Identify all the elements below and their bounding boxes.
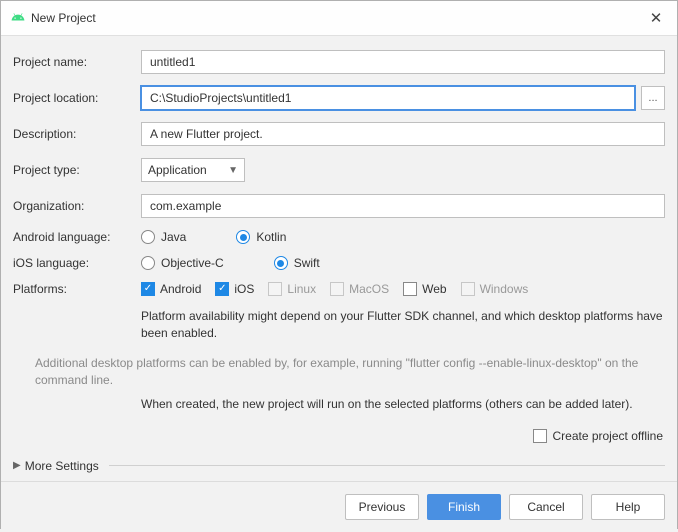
- label-project-type: Project type:: [13, 163, 141, 177]
- description-input[interactable]: [141, 122, 665, 146]
- project-name-input[interactable]: [141, 50, 665, 74]
- chevron-right-icon: ▶: [13, 460, 21, 471]
- platform-checkbox-ios[interactable]: iOS: [215, 282, 254, 296]
- button-bar: Previous Finish Cancel Help: [1, 481, 677, 532]
- radio-label: Kotlin: [256, 230, 286, 244]
- radio-label: Objective-C: [161, 256, 224, 270]
- project-type-select[interactable]: Application ▼: [141, 158, 245, 182]
- platform-availability-text: Platform availability might depend on yo…: [141, 308, 665, 343]
- more-settings-toggle[interactable]: ▶ More Settings: [13, 459, 665, 473]
- row-description: Description:: [13, 122, 665, 146]
- close-icon: ✕: [650, 9, 663, 27]
- platform-checkbox-windows: Windows: [461, 282, 529, 296]
- label-project-name: Project name:: [13, 55, 141, 69]
- platform-label: iOS: [234, 282, 254, 296]
- ellipsis-icon: ...: [648, 92, 657, 104]
- android-icon: [11, 10, 25, 27]
- radio-icon: [141, 230, 155, 244]
- ios-language-radio-swift[interactable]: Swift: [274, 256, 320, 270]
- android-language-radio-java[interactable]: Java: [141, 230, 186, 244]
- create-offline-label: Create project offline: [552, 429, 663, 443]
- ios-language-radio-objective-c[interactable]: Objective-C: [141, 256, 224, 270]
- browse-button[interactable]: ...: [641, 86, 665, 110]
- checkbox-icon: [215, 282, 229, 296]
- checkbox-icon: [403, 282, 417, 296]
- row-platforms: Platforms: Android iOS Linux MacOS Web Window…: [13, 282, 665, 296]
- platform-checkbox-macos: MacOS: [330, 282, 389, 296]
- organization-input[interactable]: [141, 194, 665, 218]
- created-note-text: When created, the new project will run o…: [141, 396, 665, 413]
- android-language-radio-kotlin[interactable]: Kotlin: [236, 230, 286, 244]
- row-android-language: Android language: Java Kotlin: [13, 230, 665, 244]
- form-content: Project name: Project location: ... Desc…: [1, 36, 677, 481]
- cancel-button[interactable]: Cancel: [509, 494, 583, 520]
- label-description: Description:: [13, 127, 141, 141]
- row-organization: Organization:: [13, 194, 665, 218]
- platform-checkbox-android[interactable]: Android: [141, 282, 201, 296]
- create-offline-checkbox[interactable]: Create project offline: [533, 429, 663, 443]
- finish-button[interactable]: Finish: [427, 494, 501, 520]
- more-settings-label: More Settings: [25, 459, 99, 473]
- checkbox-icon: [268, 282, 282, 296]
- checkbox-icon: [461, 282, 475, 296]
- platform-label: Android: [160, 282, 201, 296]
- radio-icon: [236, 230, 250, 244]
- row-project-type: Project type: Application ▼: [13, 158, 665, 182]
- row-project-location: Project location: ...: [13, 86, 665, 110]
- platform-label: Windows: [480, 282, 529, 296]
- previous-button[interactable]: Previous: [345, 494, 419, 520]
- platform-label: Web: [422, 282, 446, 296]
- titlebar: New Project ✕: [1, 1, 677, 36]
- project-location-input[interactable]: [141, 86, 635, 110]
- close-button[interactable]: ✕: [645, 7, 667, 29]
- label-ios-language: iOS language:: [13, 256, 141, 270]
- checkbox-icon: [533, 429, 547, 443]
- radio-icon: [274, 256, 288, 270]
- radio-icon: [141, 256, 155, 270]
- label-android-language: Android language:: [13, 230, 141, 244]
- label-organization: Organization:: [13, 199, 141, 213]
- project-type-value: Application: [148, 163, 207, 177]
- platform-checkbox-linux: Linux: [268, 282, 316, 296]
- divider: [109, 465, 665, 466]
- titlebar-left: New Project: [11, 10, 96, 27]
- label-platforms: Platforms:: [13, 282, 141, 296]
- platform-label: Linux: [287, 282, 316, 296]
- additional-platforms-text: Additional desktop platforms can be enab…: [35, 355, 665, 390]
- radio-label: Swift: [294, 256, 320, 270]
- radio-label: Java: [161, 230, 186, 244]
- checkbox-icon: [330, 282, 344, 296]
- window-title: New Project: [31, 11, 96, 25]
- platform-checkbox-web[interactable]: Web: [403, 282, 446, 296]
- help-button[interactable]: Help: [591, 494, 665, 520]
- label-project-location: Project location:: [13, 91, 141, 105]
- row-project-name: Project name:: [13, 50, 665, 74]
- row-ios-language: iOS language: Objective-C Swift: [13, 256, 665, 270]
- new-project-dialog: New Project ✕ Project name: Project loca…: [0, 0, 678, 529]
- checkbox-icon: [141, 282, 155, 296]
- platform-label: MacOS: [349, 282, 389, 296]
- chevron-down-icon: ▼: [228, 165, 238, 176]
